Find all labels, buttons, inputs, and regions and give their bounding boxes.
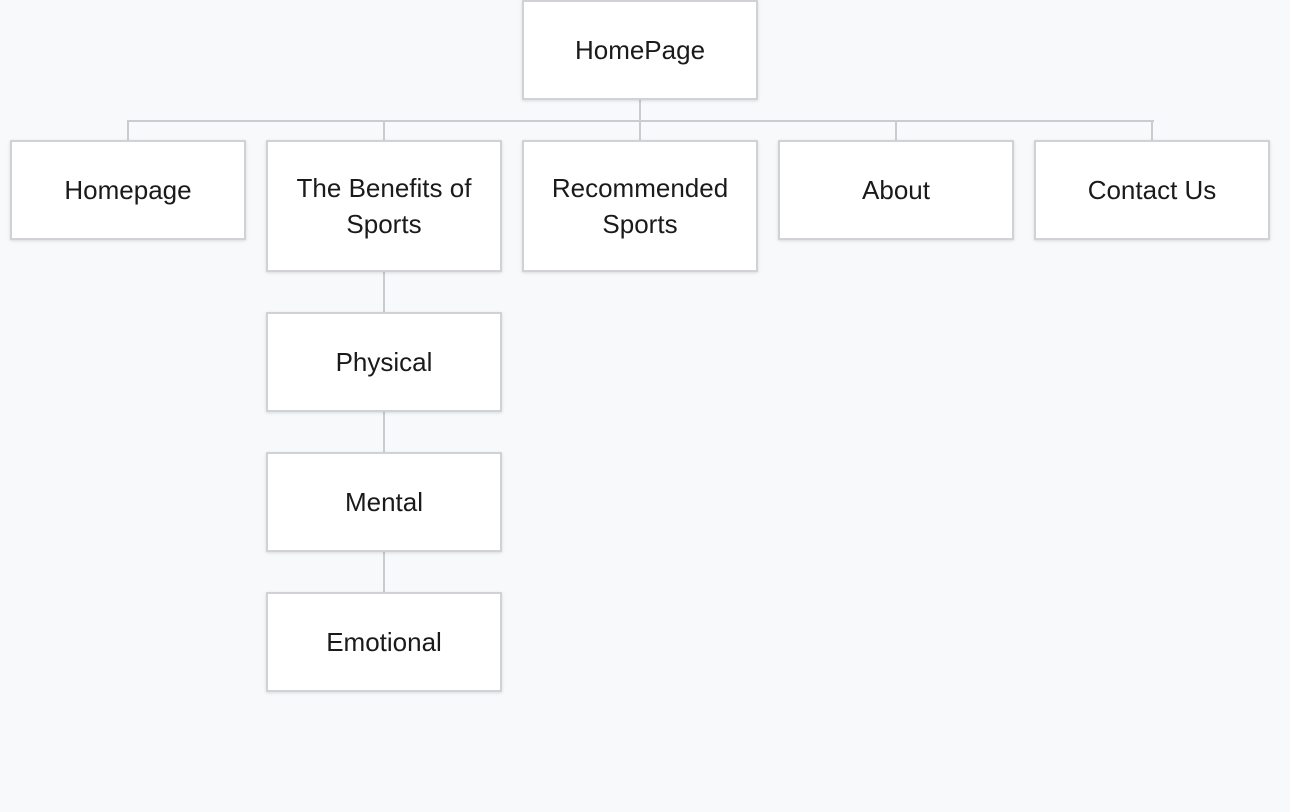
node-label: HomePage <box>574 35 706 65</box>
connector-about <box>895 120 897 141</box>
connector-benefits <box>383 120 385 141</box>
node-benefits-of-sports[interactable]: The Benefits of Sports <box>266 140 502 272</box>
node-root-homepage[interactable]: HomePage <box>522 0 758 100</box>
connector-contact <box>1151 120 1153 141</box>
node-label: About <box>862 175 930 205</box>
node-label: The Benefits of Sports <box>296 173 472 239</box>
connector-benefits-physical <box>383 271 385 313</box>
node-homepage[interactable]: Homepage <box>10 140 246 240</box>
node-label: Homepage <box>64 175 192 205</box>
node-about[interactable]: About <box>778 140 1014 240</box>
node-contact-us[interactable]: Contact Us <box>1034 140 1270 240</box>
node-label: Physical <box>335 347 433 377</box>
node-mental[interactable]: Mental <box>266 452 502 552</box>
node-label: Mental <box>344 487 424 517</box>
node-physical[interactable]: Physical <box>266 312 502 412</box>
connector-physical-mental <box>383 411 385 453</box>
node-recommended-sports[interactable]: Recommended Sports <box>522 140 758 272</box>
node-label: Contact Us <box>1087 175 1217 205</box>
connector-root-down <box>639 99 641 122</box>
node-label: Emotional <box>326 627 442 657</box>
connector-homepage <box>127 120 129 141</box>
connector-mental-emotional <box>383 551 385 593</box>
connector-recommended <box>639 120 641 141</box>
node-label: Recommended Sports <box>551 173 729 239</box>
node-emotional[interactable]: Emotional <box>266 592 502 692</box>
